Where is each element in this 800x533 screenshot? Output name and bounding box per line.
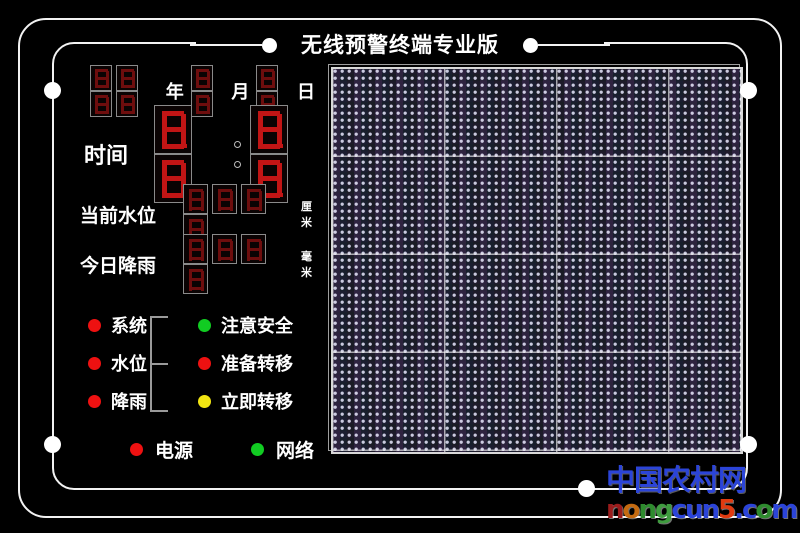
led-matrix-surface	[333, 69, 741, 452]
watermark-chinese: 中国农村网	[606, 463, 747, 497]
title-rule-left	[190, 44, 262, 46]
indicator-panel: 系统 水位 降雨 注意安全 准备转移 立即转移	[88, 306, 328, 420]
year-digit-4	[116, 91, 139, 117]
prepare-evacuate-led-icon	[198, 356, 211, 370]
water-level-led-icon	[88, 356, 101, 370]
screw-top-left	[44, 82, 61, 99]
watermark-letter-7: 5	[717, 495, 736, 525]
watermark-domain: nongcun5.com	[606, 495, 798, 525]
screw-bottom-right	[740, 436, 757, 453]
date-display-row: 年 月 日	[90, 65, 322, 117]
water-level-unit: 厘米	[301, 200, 313, 229]
prepare-evacuate-label: 准备转移	[221, 354, 293, 375]
rainfall-digit-1	[183, 234, 209, 264]
led-matrix-display	[331, 67, 743, 454]
led-matrix-module-grid	[333, 69, 741, 452]
time-colon	[226, 140, 250, 168]
rainfall-label: 今日降雨	[80, 254, 157, 277]
status-network: 网络	[251, 436, 314, 463]
watermark-letter-2: n	[638, 495, 656, 525]
power-label: 电源	[155, 440, 194, 462]
watermark-letter-4: c	[671, 495, 687, 525]
attention-safety-label: 注意安全	[221, 316, 293, 337]
system-led-icon	[88, 318, 101, 332]
status-power: 电源	[130, 436, 193, 463]
indicator-prepare-evacuate: 准备转移	[198, 344, 328, 382]
status-indicator-row: 电源 网络	[130, 436, 372, 463]
watermark-letter-11: m	[771, 495, 798, 525]
year-digits	[90, 65, 157, 117]
indicator-column-right: 注意安全 准备转移 立即转移	[198, 306, 328, 420]
year-digit-3	[90, 91, 112, 117]
screw-bottom-center	[578, 480, 595, 497]
rainfall-led-icon	[88, 394, 101, 408]
day-unit-label: 日	[297, 82, 315, 103]
water-level-indicator-label: 水位	[111, 354, 147, 375]
evacuate-now-led-icon	[198, 394, 211, 408]
watermark-letter-9: c	[741, 495, 757, 525]
watermark-letter-1: o	[622, 495, 641, 525]
power-led-icon	[130, 443, 143, 456]
page-title: 无线预警终端专业版	[301, 32, 499, 57]
indicator-attention-safety: 注意安全	[198, 306, 328, 344]
day-digit-1	[256, 65, 279, 91]
title-dot-left	[262, 37, 277, 53]
system-label: 系统	[111, 316, 147, 337]
bracket-connector-icon	[150, 316, 184, 412]
attention-safety-led-icon	[198, 318, 211, 332]
rainfall-digit-3	[241, 234, 267, 264]
title-dot-right	[523, 37, 538, 53]
control-panel-left: 年 月 日 时间 当前水位 厘米 今日降雨 毫米	[72, 65, 322, 294]
rainfall-digit-4	[183, 264, 209, 294]
year-digit-2	[116, 65, 139, 91]
screw-bottom-left	[44, 436, 61, 453]
rainfall-unit: 毫米	[301, 250, 313, 279]
water-level-label: 当前水位	[80, 204, 157, 227]
watermark-letter-5: u	[684, 495, 703, 525]
rainfall-digits	[183, 234, 289, 294]
watermark-letter-10: o	[755, 495, 773, 525]
watermark-letter-0: n	[606, 495, 624, 525]
year-digit-1	[90, 65, 112, 91]
rainfall-indicator-label: 降雨	[111, 392, 147, 413]
device-title-bar: 无线预警终端专业版	[190, 30, 610, 60]
watermark-letter-3: g	[654, 495, 674, 525]
time-display-row: 时间	[72, 105, 322, 203]
watermark-letter-8: .	[734, 495, 744, 525]
water-level-digit-3	[241, 184, 267, 214]
network-label: 网络	[276, 440, 315, 462]
screw-top-right	[740, 82, 757, 99]
hour-digit-1	[153, 105, 192, 154]
month-unit-label: 月	[231, 82, 250, 103]
water-level-digit-1	[183, 184, 209, 214]
time-label: 时间	[84, 144, 129, 169]
water-level-digit-2	[212, 184, 238, 214]
year-unit-label: 年	[165, 82, 184, 103]
rainfall-digit-2	[212, 234, 238, 264]
evacuate-now-label: 立即转移	[221, 392, 293, 413]
month-digit-1	[190, 65, 213, 91]
indicator-evacuate-now: 立即转移	[198, 382, 328, 420]
month-digit-2	[190, 91, 213, 117]
rainfall-row: 今日降雨 毫米	[72, 234, 322, 294]
network-led-icon	[251, 443, 265, 456]
minute-digit-1	[249, 105, 288, 154]
title-rule-right	[538, 44, 610, 46]
watermark: 中国农村网 nongcun5.com	[606, 463, 798, 525]
watermark-letter-6: n	[701, 495, 719, 525]
